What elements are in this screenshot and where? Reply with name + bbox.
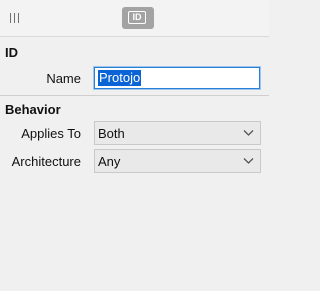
applies-to-value: Both	[98, 126, 125, 141]
grip-icon[interactable]	[10, 13, 19, 23]
id-tab[interactable]: ID	[122, 7, 154, 29]
name-input[interactable]: Protojo	[93, 66, 261, 90]
chevron-down-icon	[243, 158, 254, 164]
applies-to-label: Applies To	[21, 126, 81, 141]
id-section-title: ID	[5, 45, 18, 60]
architecture-value: Any	[98, 154, 121, 169]
inspector-toolbar: ID	[0, 0, 269, 37]
behavior-section-title: Behavior	[5, 102, 61, 117]
architecture-label: Architecture	[11, 154, 81, 169]
name-input-value: Protojo	[98, 70, 142, 86]
name-label: Name	[46, 71, 81, 86]
applies-to-select[interactable]: Both	[94, 121, 261, 145]
section-divider	[0, 95, 269, 96]
id-icon: ID	[128, 11, 146, 24]
chevron-down-icon	[243, 130, 254, 136]
architecture-select[interactable]: Any	[94, 149, 261, 173]
